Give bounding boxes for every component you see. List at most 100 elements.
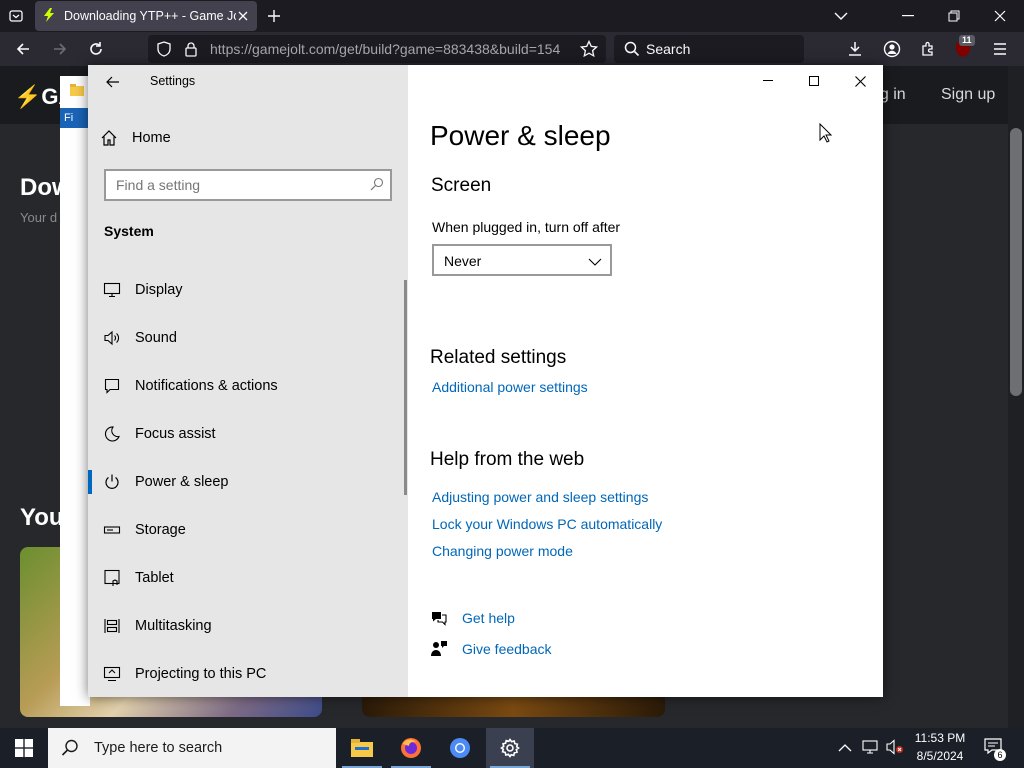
plugged-in-label: When plugged in, turn off after bbox=[432, 219, 621, 235]
minimize-icon bbox=[763, 80, 773, 81]
power-icon bbox=[105, 474, 119, 489]
close-icon[interactable] bbox=[977, 0, 1023, 32]
url-bar[interactable]: https://gamejolt.com/get/build?game=8834… bbox=[148, 35, 606, 63]
mouse-cursor-icon bbox=[819, 122, 833, 148]
back-arrow-icon bbox=[106, 76, 119, 88]
browser-search-placeholder: Search bbox=[646, 41, 691, 57]
menu-icon[interactable] bbox=[987, 37, 1013, 61]
url-text[interactable]: https://gamejolt.com/get/build?game=8834… bbox=[210, 41, 570, 57]
settings-sidebar: Settings Home System Display Sound Not bbox=[88, 65, 408, 697]
chromium-icon[interactable] bbox=[436, 728, 484, 768]
tablet-icon bbox=[104, 569, 120, 586]
nav-label: Projecting to this PC bbox=[135, 666, 267, 682]
home-icon bbox=[101, 130, 117, 146]
nav-item-sound[interactable]: Sound bbox=[88, 318, 400, 358]
settings-gear-icon[interactable] bbox=[486, 728, 534, 768]
sidebar-scrollbar[interactable] bbox=[404, 280, 407, 495]
get-help-link[interactable]: Get help bbox=[430, 608, 515, 628]
nav-label: Sound bbox=[135, 330, 177, 346]
find-setting-input[interactable] bbox=[106, 171, 346, 199]
search-icon bbox=[624, 41, 640, 60]
home-label: Home bbox=[132, 130, 171, 146]
nav-label: Multitasking bbox=[135, 618, 212, 634]
star-icon[interactable] bbox=[579, 39, 599, 61]
page-scrollbar-thumb[interactable] bbox=[1010, 128, 1022, 396]
signup-link[interactable]: Sign up bbox=[941, 86, 995, 104]
nav-item-projecting[interactable]: Projecting to this PC bbox=[88, 654, 400, 694]
lock-icon[interactable] bbox=[184, 41, 198, 60]
close-button[interactable] bbox=[837, 65, 883, 97]
help-link-power-mode[interactable]: Changing power mode bbox=[432, 543, 573, 559]
new-tab-icon[interactable] bbox=[264, 6, 284, 26]
nav-item-focus-assist[interactable]: Focus assist bbox=[88, 414, 400, 454]
browser-nav-bar: https://gamejolt.com/get/build?game=8834… bbox=[0, 32, 1024, 66]
extensions-icon[interactable] bbox=[915, 37, 941, 61]
feedback-icon bbox=[431, 641, 447, 656]
browser-search-bar[interactable]: Search bbox=[614, 35, 804, 63]
maximize-button[interactable] bbox=[791, 65, 837, 97]
browser-tab[interactable]: Downloading YTP++ - Game Jolt bbox=[35, 1, 257, 31]
taskbar-search-box[interactable]: Type here to search bbox=[48, 728, 336, 768]
reload-icon[interactable] bbox=[83, 37, 109, 61]
firefox-icon[interactable] bbox=[387, 728, 435, 768]
help-from-web-heading: Help from the web bbox=[430, 449, 585, 470]
close-icon bbox=[854, 75, 866, 87]
restore-icon[interactable] bbox=[931, 0, 977, 32]
start-button[interactable] bbox=[0, 728, 48, 768]
shield-icon[interactable] bbox=[156, 41, 172, 60]
window-title: Settings bbox=[150, 74, 196, 88]
nav-item-notifications[interactable]: Notifications & actions bbox=[88, 366, 400, 406]
additional-power-settings-link[interactable]: Additional power settings bbox=[432, 379, 588, 395]
download-subheading: Your d bbox=[20, 210, 58, 225]
screen-heading: Screen bbox=[431, 175, 492, 196]
section-heading: You bbox=[20, 504, 64, 531]
nav-label: Notifications & actions bbox=[135, 378, 278, 394]
file-explorer-icon[interactable] bbox=[338, 728, 386, 768]
network-icon[interactable] bbox=[862, 739, 880, 760]
minimize-icon[interactable] bbox=[885, 0, 931, 32]
tray-date[interactable]: 8/5/2024 bbox=[905, 749, 975, 763]
find-setting-search[interactable] bbox=[104, 169, 392, 201]
screen-timeout-dropdown[interactable]: Never bbox=[432, 244, 612, 276]
give-feedback-link[interactable]: Give feedback bbox=[430, 639, 552, 659]
back-icon[interactable] bbox=[10, 37, 36, 61]
nav-item-multitasking[interactable]: Multitasking bbox=[88, 606, 400, 646]
extension-badge: 11 bbox=[959, 35, 975, 46]
related-settings-heading: Related settings bbox=[430, 347, 567, 368]
nav-label: Tablet bbox=[135, 570, 174, 586]
home-nav-item[interactable]: Home bbox=[100, 127, 171, 149]
nav-label: Focus assist bbox=[135, 426, 216, 442]
chevron-up-icon[interactable] bbox=[838, 740, 852, 758]
search-icon bbox=[61, 739, 78, 756]
list-tabs-icon[interactable] bbox=[832, 6, 850, 26]
volume-muted-icon[interactable] bbox=[886, 739, 904, 760]
section-label: System bbox=[104, 223, 154, 239]
account-icon[interactable] bbox=[879, 37, 905, 61]
nav-label: Power & sleep bbox=[135, 474, 229, 490]
file-explorer-window[interactable] bbox=[60, 76, 90, 706]
game-card-thumbnail[interactable] bbox=[362, 697, 665, 717]
sound-icon bbox=[104, 330, 119, 346]
file-explorer-ribbon[interactable]: Fi bbox=[60, 108, 90, 128]
folder-icon bbox=[70, 84, 84, 96]
search-icon[interactable] bbox=[370, 177, 384, 194]
close-tab-icon[interactable] bbox=[235, 8, 251, 24]
tab-list-icon[interactable] bbox=[4, 4, 28, 28]
minimize-button[interactable] bbox=[745, 65, 791, 97]
help-link-adjusting[interactable]: Adjusting power and sleep settings bbox=[432, 489, 648, 505]
nav-item-tablet[interactable]: Tablet bbox=[88, 558, 400, 598]
windows-logo-icon bbox=[15, 739, 33, 757]
download-icon[interactable] bbox=[842, 37, 868, 61]
storage-icon bbox=[103, 526, 121, 534]
forward-icon[interactable] bbox=[47, 37, 73, 61]
tray-time[interactable]: 11:53 PM bbox=[905, 731, 975, 745]
settings-window: Settings Home System Display Sound Not bbox=[88, 65, 883, 697]
projecting-icon bbox=[103, 666, 121, 682]
game-jolt-favicon bbox=[41, 7, 57, 26]
help-link-lock[interactable]: Lock your Windows PC automatically bbox=[432, 516, 662, 532]
back-button[interactable] bbox=[102, 71, 124, 93]
nav-item-display[interactable]: Display bbox=[88, 270, 400, 310]
get-help-label: Get help bbox=[462, 610, 515, 626]
nav-item-storage[interactable]: Storage bbox=[88, 510, 400, 550]
nav-item-power-sleep[interactable]: Power & sleep bbox=[88, 462, 400, 502]
